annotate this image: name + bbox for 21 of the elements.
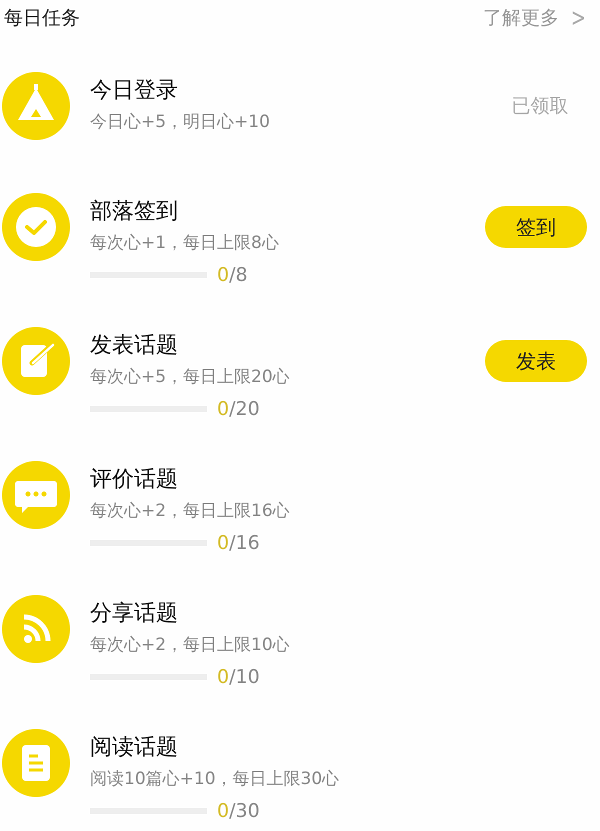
progress-count: 0/8	[217, 264, 248, 286]
task-reward: 今日心+5，明日心+10	[90, 111, 271, 134]
progress-count: 0/30	[217, 800, 260, 822]
task-title: 发表话题	[90, 332, 179, 360]
task-title: 今日登录	[90, 77, 179, 105]
task-action-button[interactable]: 发表	[485, 340, 587, 382]
section-title: 每日任务	[4, 6, 80, 31]
task-title: 阅读话题	[90, 734, 179, 762]
task-reward: 每次心+2，每日上限16心	[90, 500, 291, 523]
task-title: 部落签到	[90, 198, 179, 226]
task-reward: 每次心+1，每日上限8心	[90, 232, 280, 255]
task-title: 分享话题	[90, 600, 179, 628]
claimed-status: 已领取	[512, 94, 568, 119]
task-reward: 阅读10篇心+10，每日上限30心	[90, 768, 340, 791]
progress-count: 0/16	[217, 532, 260, 554]
task-reward: 每次心+2，每日上限10心	[90, 634, 291, 657]
progress-count: 0/20	[217, 398, 260, 420]
task-title: 评价话题	[90, 466, 179, 494]
task-reward: 每次心+5，每日上限20心	[90, 366, 291, 389]
task-action-button[interactable]: 签到	[485, 206, 587, 248]
progress-count: 0/10	[217, 666, 260, 688]
